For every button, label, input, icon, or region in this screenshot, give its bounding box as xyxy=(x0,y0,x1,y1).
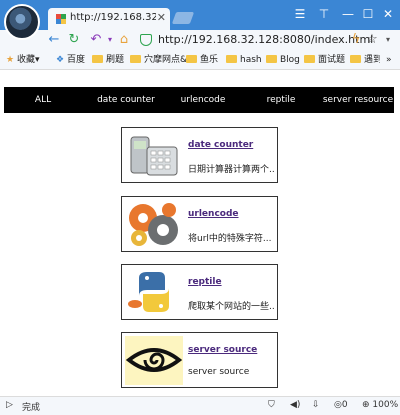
folder-icon xyxy=(266,55,277,63)
folder-icon xyxy=(186,55,197,63)
title-bar: http://192.168.32.128 ✕ ☰ ⊤ — ☐ ✕ xyxy=(0,0,400,40)
card-urlencode[interactable]: urlencode 将url中的特殊字符... xyxy=(121,196,278,252)
maximize-icon[interactable]: ☐ xyxy=(360,6,376,22)
baidu-icon: ❖ xyxy=(56,55,65,65)
speaker-icon[interactable]: ◀) xyxy=(290,400,300,410)
menu-item-all[interactable]: ALL xyxy=(32,87,54,113)
star-icon: ★ xyxy=(6,55,15,65)
menu-item-date-counter[interactable]: date counter xyxy=(92,87,160,113)
play-icon[interactable]: ▷ xyxy=(6,400,13,410)
status-text: 完成 xyxy=(22,403,41,413)
new-tab-button[interactable] xyxy=(171,12,195,24)
page-content: ALL date counter urlencode reptile serve… xyxy=(0,71,400,396)
browser-tab[interactable]: http://192.168.32.128 ✕ xyxy=(48,8,170,30)
folder-icon xyxy=(226,55,237,63)
top-menu: ALL date counter urlencode reptile serve… xyxy=(4,87,394,113)
lightning-icon[interactable]: ϟ xyxy=(348,32,364,48)
card-title[interactable]: server source xyxy=(188,345,257,355)
close-window-icon[interactable]: ✕ xyxy=(380,6,396,22)
bookmark-yudao[interactable]: 遇到 xyxy=(350,53,380,67)
star-icon[interactable]: ☆ xyxy=(364,32,380,48)
menu-icon[interactable]: ☰ xyxy=(292,6,308,22)
card-description: 日期计算器计算两个... xyxy=(188,165,274,175)
home-icon[interactable]: ⌂ xyxy=(116,32,132,48)
menu-item-reptile[interactable]: reptile xyxy=(262,87,300,113)
status-bar: ▷ 完成 ⛉ ◀) ⇩ ◎0 ⊕ 100% xyxy=(0,396,400,415)
bookmark-blog[interactable]: Blog xyxy=(266,53,300,67)
bookmark-xuemo[interactable]: 穴摩网点& xyxy=(130,53,187,67)
refresh-icon[interactable]: ↻ xyxy=(66,32,82,48)
gears-icon xyxy=(125,200,183,249)
calculator-icon xyxy=(125,131,183,180)
folder-icon xyxy=(92,55,103,63)
bookmarks-bar: ★ 收藏▾ ❖ 百度 刷题 穴摩网点& 鱼乐 hash Blog 面试题 遇到 … xyxy=(0,50,400,70)
url-text[interactable]: http://192.168.32.128:8080/index.html xyxy=(158,33,373,46)
colorful-favicon-icon xyxy=(56,14,66,24)
bookmark-shuati[interactable]: 刷题 xyxy=(92,53,124,67)
bookmark-yule[interactable]: 鱼乐 xyxy=(186,53,218,67)
card-date-counter[interactable]: date counter 日期计算器计算两个... xyxy=(121,127,278,183)
python-logo-icon xyxy=(125,268,183,317)
card-description: 爬取某个网站的一些... xyxy=(188,302,274,312)
navigation-bar: ← ↻ ↶ ▾ ⌂ http://192.168.32.128:8080/ind… xyxy=(0,30,400,50)
zoom-control[interactable]: ⊕ 100% xyxy=(362,400,398,410)
minimize-icon[interactable]: — xyxy=(340,6,356,22)
card-title[interactable]: date counter xyxy=(188,140,253,150)
shield-icon xyxy=(140,34,152,46)
download-icon[interactable]: ⇩ xyxy=(312,400,320,410)
card-title[interactable]: reptile xyxy=(188,277,222,287)
folder-icon xyxy=(350,55,361,63)
folder-icon xyxy=(304,55,315,63)
user-avatar[interactable] xyxy=(4,4,40,40)
card-description: server source xyxy=(188,367,250,377)
tab-close-icon[interactable]: ✕ xyxy=(157,11,166,24)
notification-icon[interactable]: ◎0 xyxy=(334,400,348,410)
tab-title: http://192.168.32.128 xyxy=(70,12,156,23)
menu-item-server-resource[interactable]: server resource xyxy=(322,87,394,113)
shirt-icon[interactable]: ⊤ xyxy=(316,6,332,22)
address-bar[interactable]: http://192.168.32.128:8080/index.html xyxy=(140,31,373,49)
bookmark-baidu[interactable]: ❖ 百度 xyxy=(56,53,85,67)
bookmark-favorites[interactable]: ★ 收藏▾ xyxy=(6,53,40,67)
eye-spiral-icon xyxy=(125,336,183,385)
bookmark-hash[interactable]: hash xyxy=(226,53,262,67)
star-dropdown-icon[interactable]: ▾ xyxy=(380,32,396,48)
folder-icon xyxy=(130,55,141,63)
more-bookmarks-icon[interactable]: » xyxy=(386,53,392,67)
card-description: 将url中的特殊字符... xyxy=(188,234,272,244)
shield-check-icon[interactable]: ⛉ xyxy=(268,400,275,410)
card-reptile[interactable]: reptile 爬取某个网站的一些... xyxy=(121,264,278,320)
card-title[interactable]: urlencode xyxy=(188,209,239,219)
back-icon[interactable]: ← xyxy=(46,32,62,48)
menu-item-urlencode[interactable]: urlencode xyxy=(176,87,230,113)
bookmark-mianshiti[interactable]: 面试题 xyxy=(304,53,345,67)
card-server-source[interactable]: server source server source xyxy=(121,332,278,388)
